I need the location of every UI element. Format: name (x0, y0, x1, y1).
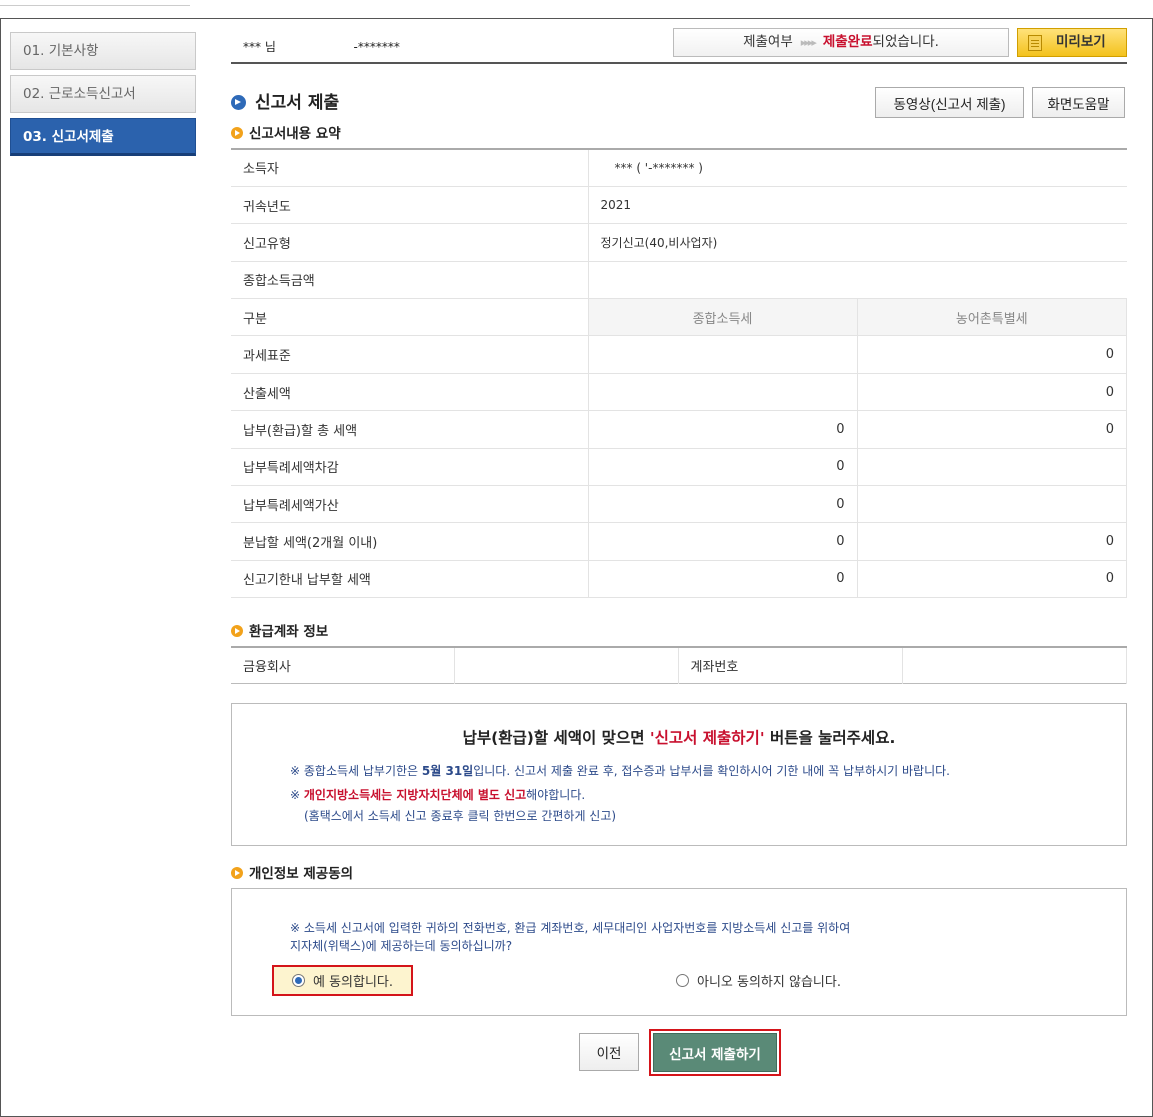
table-row: 신고유형 정기신고(40,비사업자) (231, 223, 1127, 262)
status-bar: *** 님 -******* 제출여부 ▸▸▸▸ 제출완료되었습니다. 미리보기 (231, 28, 1127, 64)
column-header-income-tax: 종합소득세 (588, 298, 858, 337)
submission-status: 제출여부 ▸▸▸▸ 제출완료되었습니다. (673, 28, 1009, 57)
consent-title-text: 개인정보 제공동의 (249, 866, 354, 882)
account-section-title: 환급계좌 정보 (231, 620, 328, 640)
row-label: 과세표준 (231, 335, 589, 374)
cell-value: 0 (588, 448, 858, 487)
screen-help-button[interactable]: 화면도움말 (1032, 87, 1125, 118)
sidebar-item-earned-income[interactable]: 02. 근로소득신고서 (10, 75, 196, 113)
row-label: 신고기한내 납부할 세액 (231, 560, 589, 599)
table-row: 신고기한내 납부할 세액 0 0 (231, 560, 1127, 599)
row-label: 납부(환급)할 총 세액 (231, 410, 589, 449)
cell-value: 0 (588, 485, 858, 524)
page-title: 신고서 제출 (231, 88, 339, 113)
notice-local-tax-hint: (홈택스에서 소득세 신고 종료후 클릭 한번으로 간편하게 신고) (304, 809, 617, 823)
consent-yes-option[interactable]: 예 동의합니다. (272, 965, 414, 996)
row-label: 납부특례세액가산 (231, 485, 589, 524)
table-row: 금융회사 계좌번호 (231, 647, 1127, 683)
cell-value: 0 (857, 560, 1127, 599)
row-label: 구분 (231, 298, 589, 337)
sidebar-item-submit[interactable]: 03. 신고서제출 (10, 118, 196, 156)
bullet-arrow-icon (231, 625, 243, 637)
taxpayer-value: *** ( '-******* ) (588, 149, 1127, 187)
play-circle-icon (231, 95, 246, 110)
cell-value: 0 (588, 410, 858, 449)
main-content: *** 님 -******* 제출여부 ▸▸▸▸ 제출완료되었습니다. 미리보기 신… (231, 28, 1127, 1016)
notice-deadline: ※ 종합소득세 납부기한은 5월 31일입니다. 신고서 제출 완료 후, 접수… (290, 764, 950, 778)
cell-value (588, 373, 858, 412)
account-number-label: 계좌번호 (678, 647, 903, 683)
sidebar-item-basic[interactable]: 01. 기본사항 (10, 32, 196, 70)
consent-yes-label: 예 동의합니다. (313, 975, 394, 990)
document-icon (1028, 35, 1042, 51)
row-label: 산출세액 (231, 373, 589, 412)
notice-main-message: 납부(환급)할 세액이 맞으면 '신고서 제출하기' 버튼을 눌러주세요. (462, 729, 896, 747)
row-label: 분납할 세액(2개월 이내) (231, 522, 589, 561)
consent-box: ※ 소득세 신고서에 입력한 귀하의 전화번호, 환급 계좌번호, 세무대리인 … (231, 888, 1127, 1016)
row-label: 신고유형 (231, 223, 589, 262)
cell-value: 0 (857, 335, 1127, 374)
preview-label: 미리보기 (1056, 34, 1106, 50)
summary-section-title: 신고서내용 요약 (231, 122, 341, 142)
user-id: -******* (353, 40, 400, 54)
consent-no-label: 아니오 동의하지 않습니다. (697, 975, 841, 990)
submit-return-button[interactable]: 신고서 제출하기 (653, 1033, 777, 1072)
account-number-value (902, 647, 1127, 683)
cell-value: 0 (588, 522, 858, 561)
preview-button[interactable]: 미리보기 (1017, 28, 1127, 57)
refund-account-table: 금융회사 계좌번호 (231, 646, 1127, 684)
consent-message: ※ 소득세 신고서에 입력한 귀하의 전화번호, 환급 계좌번호, 세무대리인 … (290, 921, 851, 953)
consent-section-title: 개인정보 제공동의 (231, 862, 353, 882)
cell-value (857, 485, 1127, 524)
table-row: 종합소득금액 (231, 261, 1127, 300)
table-row: 과세표준 0 (231, 335, 1127, 374)
table-row: 분납할 세액(2개월 이내) 0 0 (231, 522, 1127, 561)
summary-table: 소득자 *** ( '-******* ) 귀속년도 2021 신고유형 정기신… (231, 148, 1127, 599)
row-label: 소득자 (231, 149, 589, 187)
radio-yes[interactable] (292, 974, 305, 987)
row-label: 종합소득금액 (231, 261, 589, 300)
cell-value (588, 335, 858, 374)
summary-title-text: 신고서내용 요약 (249, 126, 341, 142)
status-done: 제출완료 (822, 34, 873, 50)
total-income-value (588, 261, 1127, 300)
column-header-rural-tax: 농어촌특별세 (857, 298, 1127, 337)
cell-value (857, 448, 1127, 487)
prev-button[interactable]: 이전 (579, 1033, 639, 1071)
table-row: 소득자 *** ( '-******* ) (231, 149, 1127, 187)
notice-local-tax: ※ 개인지방소득세는 지방자치단체에 별도 신고해야합니다. (290, 788, 586, 802)
bullet-arrow-icon (231, 127, 243, 139)
table-row: 납부특례세액가산 0 (231, 485, 1127, 524)
table-row: 구분 종합소득세 농어촌특별세 (231, 298, 1127, 337)
account-title-text: 환급계좌 정보 (249, 624, 329, 640)
bullet-arrow-icon (231, 867, 243, 879)
row-label: 귀속년도 (231, 186, 589, 225)
cell-value: 0 (857, 410, 1127, 449)
table-row: 산출세액 0 (231, 373, 1127, 412)
top-tab-strip (0, 0, 190, 6)
bank-label: 금융회사 (231, 647, 455, 683)
radio-no[interactable] (676, 974, 689, 987)
type-value: 정기신고(40,비사업자) (588, 223, 1127, 262)
table-row: 귀속년도 2021 (231, 186, 1127, 225)
bank-value (454, 647, 679, 683)
row-label: 납부특례세액차감 (231, 448, 589, 487)
video-guide-button[interactable]: 동영상(신고서 제출) (875, 87, 1024, 118)
user-name: *** 님 (243, 40, 276, 54)
status-suffix: 되었습니다. (872, 34, 939, 50)
cell-value: 0 (857, 522, 1127, 561)
submit-notice-box: 납부(환급)할 세액이 맞으면 '신고서 제출하기' 버튼을 눌러주세요. ※ … (231, 703, 1127, 846)
table-row: 납부특례세액차감 0 (231, 448, 1127, 487)
table-row: 납부(환급)할 총 세액 0 0 (231, 410, 1127, 449)
status-arrows: ▸▸▸▸ (800, 36, 817, 49)
cell-value: 0 (588, 560, 858, 599)
page-title-text: 신고서 제출 (255, 93, 340, 113)
consent-no-option[interactable]: 아니오 동의하지 않습니다. (676, 971, 841, 990)
step-sidebar: 01. 기본사항 02. 근로소득신고서 03. 신고서제출 (10, 32, 196, 161)
submit-button-highlight: 신고서 제출하기 (649, 1029, 781, 1076)
year-value: 2021 (588, 186, 1127, 225)
user-info: *** 님 -******* (243, 38, 400, 55)
cell-value: 0 (857, 373, 1127, 412)
status-label: 제출여부 (743, 34, 793, 50)
